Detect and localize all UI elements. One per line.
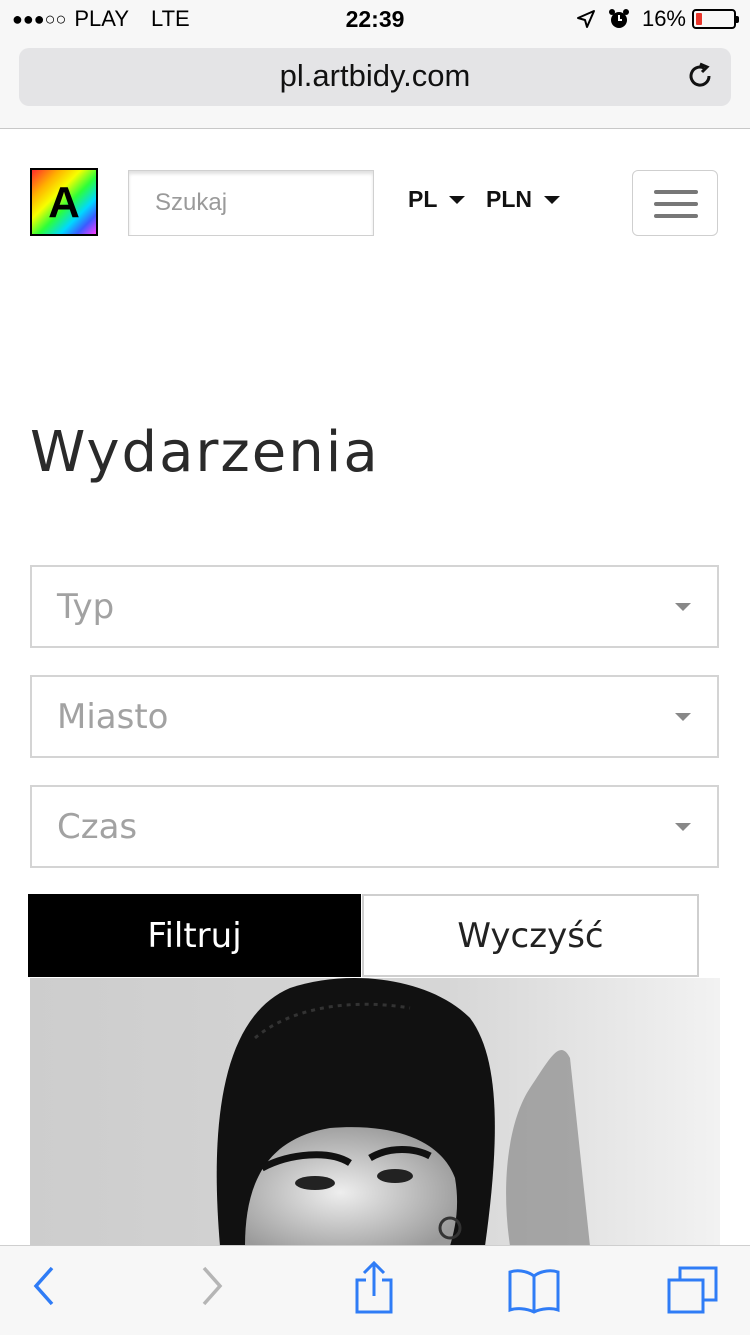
signal-strength-icon: ●●●○○ [12,8,67,29]
page-title: Wydarzenia [30,420,380,485]
bookmarks-icon[interactable] [506,1266,562,1318]
city-select-value: Miasto [57,697,169,737]
hamburger-menu-button[interactable] [632,170,718,236]
clear-button[interactable]: Wyczyść [362,894,699,977]
address-url[interactable]: pl.artbidy.com [19,58,731,94]
caret-down-icon [675,823,691,831]
city-select[interactable]: Miasto [30,675,719,758]
caret-down-icon [675,603,691,611]
status-right: 16% [576,6,739,32]
reload-icon[interactable] [685,61,715,95]
forward-arrow-icon[interactable] [196,1264,226,1312]
caret-down-icon [544,195,560,204]
event-photo[interactable] [30,978,720,1246]
share-icon[interactable] [352,1260,396,1320]
location-arrow-icon [576,9,596,29]
address-bar[interactable]: pl.artbidy.com [19,48,731,106]
status-left: ●●●○○ PLAY LTE [12,6,190,32]
hamburger-bar [654,202,698,206]
currency-dropdown[interactable]: PLN [486,186,560,213]
type-select[interactable]: Typ [30,565,719,648]
battery-level-fill [696,13,702,25]
back-arrow-icon[interactable] [30,1264,60,1312]
battery-percent-label: 16% [641,6,686,31]
type-select-value: Typ [57,587,115,627]
browser-address-area: pl.artbidy.com [0,40,750,129]
time-select-value: Czas [57,807,138,847]
hamburger-bar [654,214,698,218]
browser-toolbar [0,1245,750,1335]
currency-value: PLN [486,186,532,212]
caret-down-icon [675,713,691,721]
time-select[interactable]: Czas [30,785,719,868]
battery-icon [692,9,739,29]
network-type-label: LTE [151,6,190,31]
logo-letter: A [48,178,80,227]
carrier-label: PLAY [74,6,129,31]
caret-down-icon [449,195,466,204]
filter-button[interactable]: Filtruj [28,894,361,977]
hamburger-bar [654,190,698,194]
search-input[interactable] [129,171,373,235]
alarm-icon [608,8,630,30]
tabs-icon[interactable] [666,1264,720,1320]
site-logo[interactable]: A [30,168,98,236]
language-dropdown[interactable]: PL [408,186,466,213]
language-value: PL [408,186,438,212]
portrait-image [30,978,720,1246]
search-box[interactable] [128,170,374,236]
status-bar: ●●●○○ PLAY LTE 22:39 16% [0,0,750,40]
